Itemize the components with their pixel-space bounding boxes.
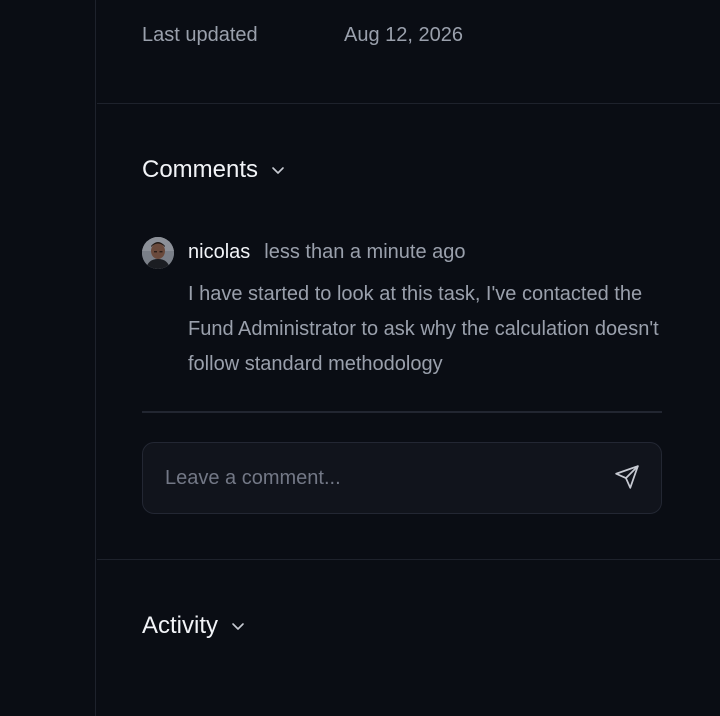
avatar [142,237,174,269]
activity-section-title: Activity [142,612,219,639]
chevron-down-icon [230,618,246,634]
last-updated-label: Last updated [142,23,258,46]
comments-section-title: Comments [142,156,259,183]
left-rail [0,0,96,716]
last-updated-value: Aug 12, 2026 [344,23,463,46]
comments-divider [142,411,662,413]
comment-text: I have started to look at this task, I'v… [188,283,659,375]
section-divider [97,559,720,560]
activity-section-toggle[interactable]: Activity [142,612,246,640]
comment-composer [142,442,662,514]
comment-input[interactable] [165,466,611,490]
comment-timestamp: less than a minute ago [264,240,466,263]
comments-section-toggle[interactable]: Comments [142,156,286,184]
task-detail-page: Last updated Aug 12, 2026 Comments nicol… [0,0,720,716]
chevron-down-icon [270,162,286,178]
comment-author[interactable]: nicolas [188,241,250,264]
send-comment-button[interactable] [611,462,643,494]
send-icon [614,464,640,493]
task-detail-content: Last updated Aug 12, 2026 Comments nicol… [97,0,720,716]
comment-header: nicolas less than a minute ago [188,237,466,267]
last-updated-row: Last updated Aug 12, 2026 [142,20,463,50]
section-divider [97,103,720,104]
